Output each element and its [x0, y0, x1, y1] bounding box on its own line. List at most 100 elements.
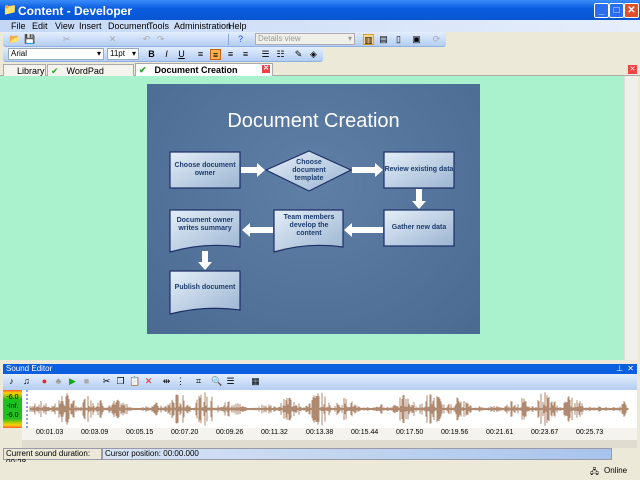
cut-icon[interactable]: ✂	[61, 34, 72, 45]
spectrum-icon[interactable]: ▦	[250, 376, 261, 387]
markers-icon[interactable]: ⋮	[175, 376, 186, 387]
menu-insert[interactable]: Insert	[79, 21, 102, 31]
horizontal-layout-icon[interactable]: ▤	[378, 34, 389, 45]
close-button[interactable]: ✕	[624, 3, 639, 18]
tab-wordpad-training[interactable]: ✔WordPad Training	[47, 64, 134, 87]
menu-administration[interactable]: Administration	[174, 21, 231, 31]
zoom-icon[interactable]: 🔍	[211, 376, 222, 387]
time-tick: 00:19.56	[441, 429, 469, 436]
align-center-icon[interactable]: ≡	[210, 49, 221, 60]
node-publish: Publish document	[174, 284, 236, 291]
arrow	[352, 163, 383, 177]
menu-file[interactable]: File	[11, 21, 26, 31]
close-all-icon[interactable]: ✕	[628, 65, 637, 74]
undo-icon[interactable]: ↶	[141, 34, 152, 45]
maximize-button[interactable]: □	[609, 3, 624, 18]
menu-tools[interactable]: Tools	[148, 21, 169, 31]
waveform-trace	[29, 392, 629, 426]
close-tab-icon[interactable]: ✕	[262, 65, 270, 73]
copy-icon[interactable]: ❐	[115, 376, 126, 387]
insert-sound-icon[interactable]: ♫	[21, 376, 32, 387]
time-tick: 00:13.38	[306, 429, 334, 436]
tab-library[interactable]: Library	[3, 64, 46, 76]
font-select[interactable]: Arial ▾	[8, 48, 104, 60]
menu-bar: File Edit View Insert Document Tools Adm…	[0, 20, 640, 32]
view-select[interactable]: Details view ▾	[255, 33, 355, 45]
menu-help[interactable]: Help	[228, 21, 247, 31]
check-icon: ✔	[51, 66, 59, 76]
font-color-icon[interactable]: ✎	[293, 49, 304, 60]
menu-edit[interactable]: Edit	[32, 21, 48, 31]
node-writes-summary: Document owner writes summary	[176, 217, 234, 232]
align-right-icon[interactable]: ≡	[225, 49, 236, 60]
node-review-data: Review existing data	[384, 166, 454, 173]
underline-button[interactable]: U	[176, 49, 187, 60]
pin-icon[interactable]: ⊥	[616, 364, 623, 373]
standard-toolbar: 📂 💾 ✂ ✕ ↶ ↷ ? Details view ▾ ▥ ▤ ▯ ▣ ⟳	[3, 32, 446, 47]
flowchart-slide: Document Creation Choose document owner …	[147, 84, 480, 334]
arrow	[344, 223, 383, 237]
save-icon[interactable]: 💾	[24, 34, 35, 45]
level-meter: -6.0 -Inf. -6.0	[3, 390, 22, 428]
tab-label: Library	[17, 66, 45, 76]
play-icon[interactable]: ▶	[67, 376, 78, 387]
stop-icon[interactable]: ■	[81, 376, 92, 387]
refresh-icon[interactable]: ⟳	[431, 34, 442, 45]
minimize-button[interactable]: _	[594, 3, 609, 18]
waveform[interactable]	[22, 390, 637, 428]
properties-icon[interactable]: ▣	[411, 34, 422, 45]
document-tabs: Library ✔WordPad Training ✔Document Crea…	[0, 62, 640, 87]
app-icon: 📁	[3, 4, 17, 16]
time-tick: 00:25.73	[576, 429, 604, 436]
node-choose-owner: Choose document owner	[174, 162, 236, 177]
waveform-scrollbar[interactable]	[22, 440, 637, 448]
tab-document-creation-flowchart[interactable]: ✔Document Creation flowchart✕	[135, 63, 273, 86]
justify-icon[interactable]: ≡	[240, 49, 251, 60]
time-tick: 00:09.26	[216, 429, 244, 436]
details-layout-icon[interactable]: ▥	[363, 34, 374, 45]
arrow	[412, 189, 426, 209]
menu-view[interactable]: View	[55, 21, 74, 31]
format-toolbar: Arial ▾ 11pt ▾ B I U ≡ ≡ ≡ ≡ ☰ ☷ ✎ ◈	[3, 47, 323, 62]
time-tick: 00:01.03	[36, 429, 64, 436]
record-icon[interactable]: ●	[39, 376, 50, 387]
cut-icon[interactable]: ✂	[101, 376, 112, 387]
select-all-icon[interactable]: ⇹	[161, 376, 172, 387]
crop-icon[interactable]: ⌗	[193, 376, 204, 387]
title-bar: 📁 Content - Developer _ □ ✕	[0, 0, 640, 21]
align-left-icon[interactable]: ≡	[195, 49, 206, 60]
bullet-list-icon[interactable]: ☰	[260, 49, 271, 60]
numbered-list-icon[interactable]: ☷	[275, 49, 286, 60]
delete-icon[interactable]: ✕	[107, 34, 118, 45]
time-tick: 00:03.09	[81, 429, 109, 436]
sound-status-bar: Current sound duration: 00:28 Cursor pos…	[3, 448, 637, 467]
sound-editor-title: Sound Editor ⊥ ✕	[3, 364, 637, 374]
effects-icon[interactable]: ☰	[225, 376, 236, 387]
duration-text: Current sound duration: 00:28	[3, 448, 102, 467]
sound-editor-label: Sound Editor	[6, 364, 53, 373]
size-select[interactable]: 11pt ▾	[107, 48, 139, 60]
close-panel-icon[interactable]: ✕	[627, 364, 634, 373]
node-gather-data: Gather new data	[391, 224, 447, 231]
paste-icon[interactable]: 📋	[129, 376, 140, 387]
menu-document[interactable]: Document	[108, 21, 149, 31]
online-icon: 🖧	[590, 467, 599, 476]
arrow	[198, 251, 212, 270]
node-choose-template: Choose document template	[292, 159, 326, 182]
redo-icon[interactable]: ↷	[155, 34, 166, 45]
bold-button[interactable]: B	[146, 49, 157, 60]
size-value: 11pt	[110, 49, 125, 58]
open-icon[interactable]: 📂	[9, 34, 20, 45]
time-ruler: 00:01.03 00:03.09 00:05.15 00:07.20 00:09.26…	[22, 428, 637, 440]
font-value: Arial	[11, 49, 28, 58]
add-sound-icon[interactable]: ♪	[6, 376, 17, 387]
arrow	[242, 223, 273, 237]
delete-icon[interactable]: ✕	[143, 376, 154, 387]
italic-button[interactable]: I	[161, 49, 172, 60]
vertical-scrollbar[interactable]	[624, 76, 638, 360]
fill-color-icon[interactable]: ◈	[308, 49, 319, 60]
meter-value: -Inf.	[6, 403, 19, 410]
vertical-layout-icon[interactable]: ▯	[393, 34, 404, 45]
pause-icon[interactable]: ♣	[53, 376, 64, 387]
help-icon[interactable]: ?	[235, 34, 246, 45]
